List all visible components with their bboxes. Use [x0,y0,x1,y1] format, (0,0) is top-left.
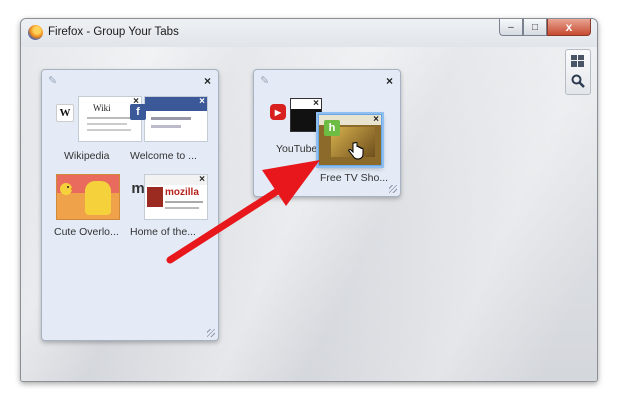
drag-direction-arrow [166,160,320,264]
